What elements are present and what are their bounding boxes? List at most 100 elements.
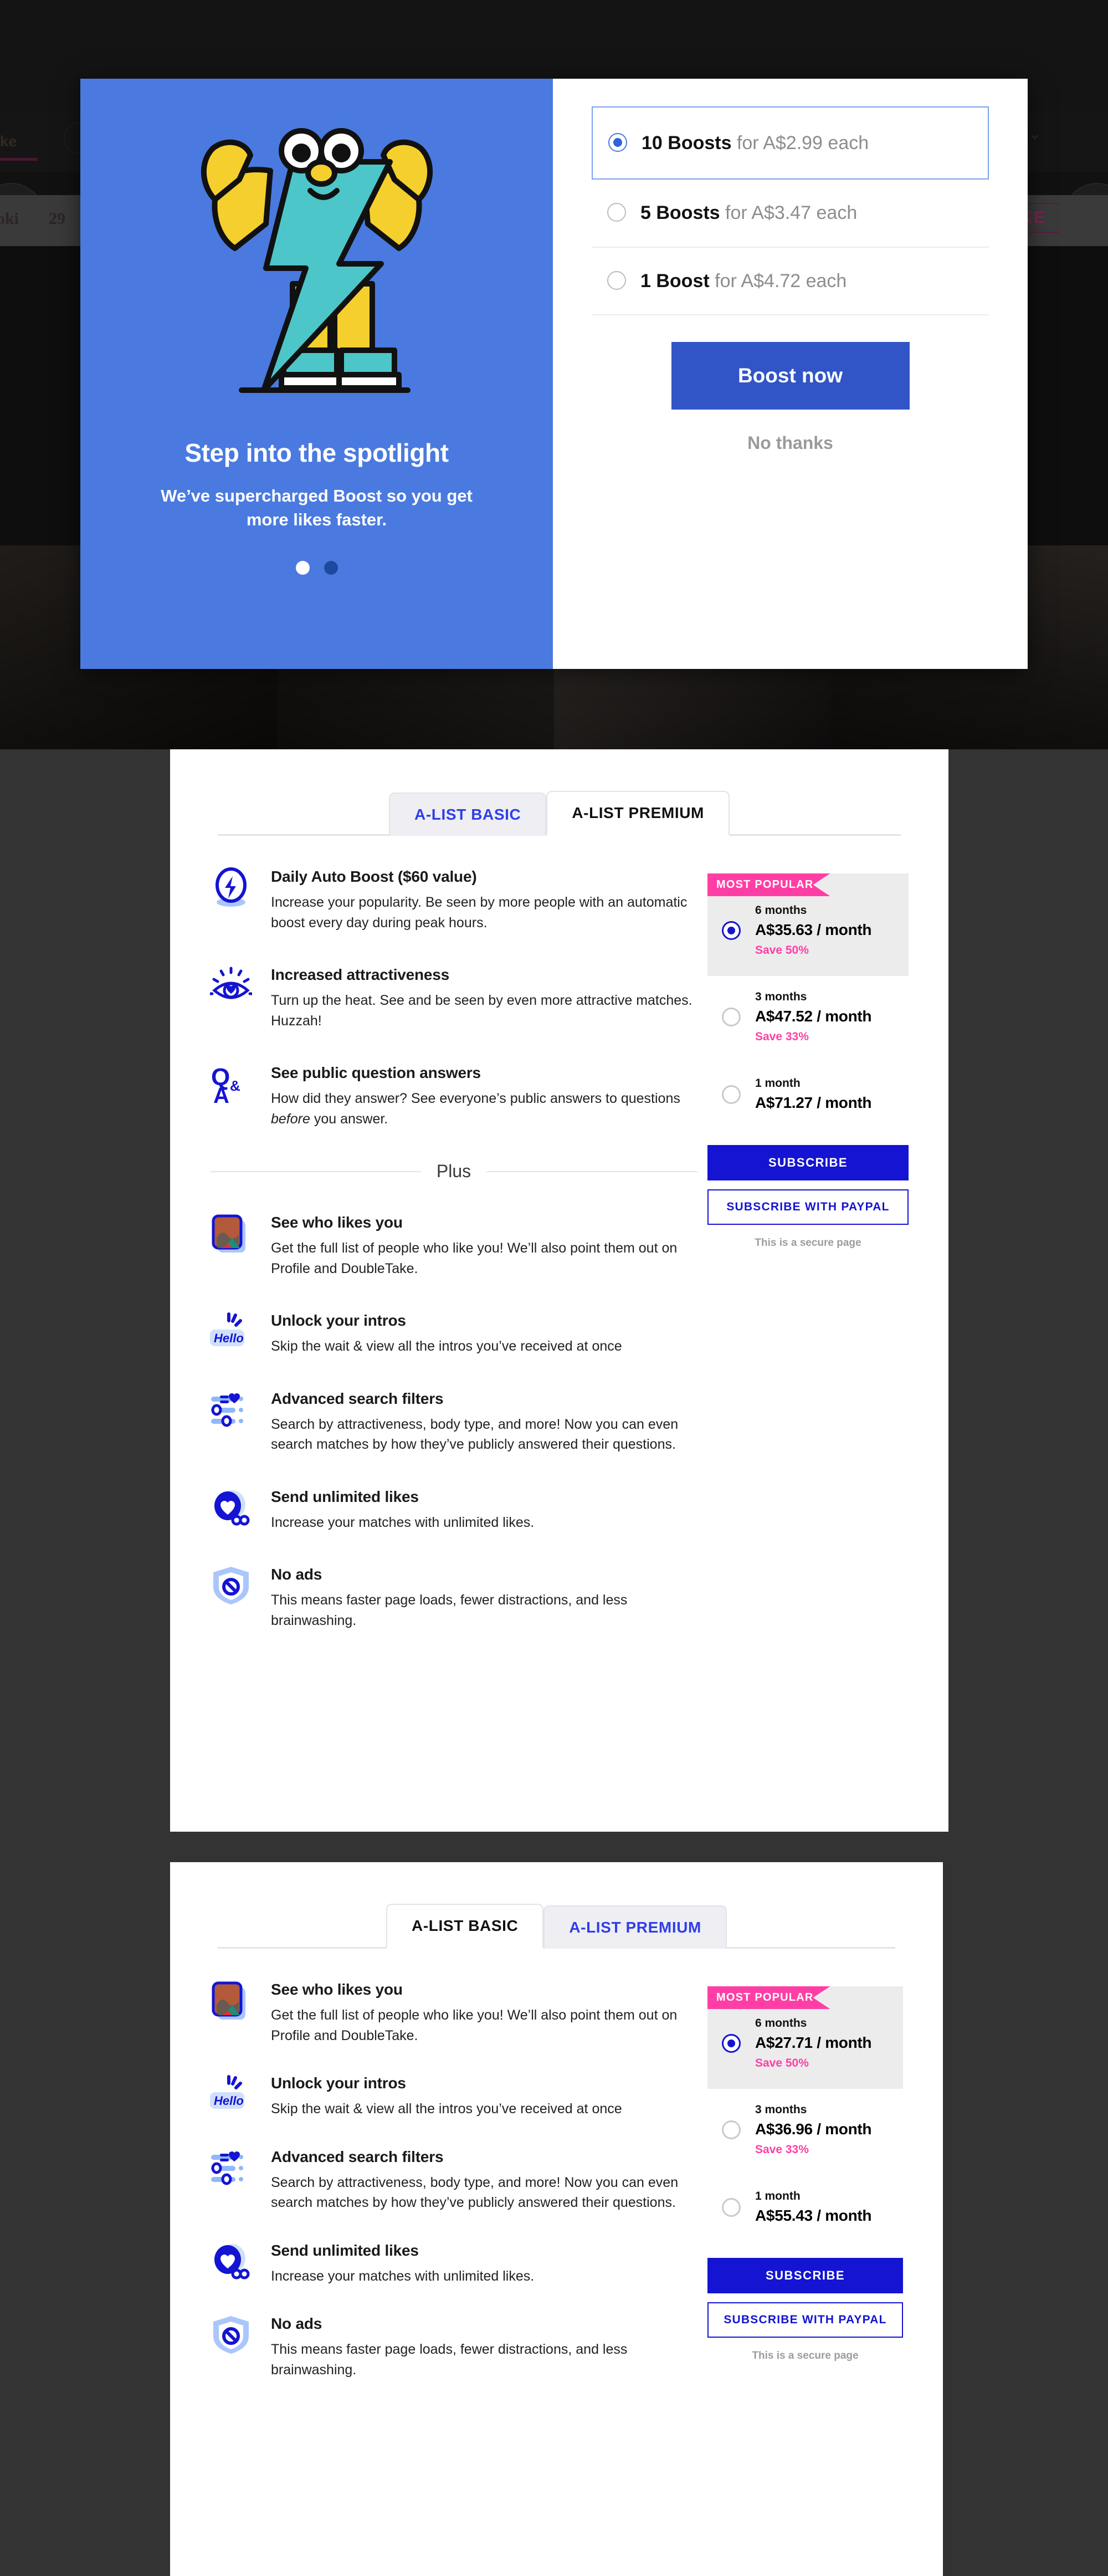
feature-desc: Turn up the heat. See and be seen by eve… xyxy=(271,993,693,1029)
boost-option-10-price: for A$2.99 each xyxy=(736,132,869,154)
plan-card-6-months[interactable]: MOST POPULAR 6 months A$35.63 / month Sa… xyxy=(707,873,909,976)
boost-option-1-price: for A$4.72 each xyxy=(715,270,847,292)
plan-6-months-save: Save 50% xyxy=(755,2057,809,2069)
feature-desc: Increase your matches with unlimited lik… xyxy=(271,2268,535,2284)
plan-3-months-term: 3 months xyxy=(755,2103,807,2116)
plan-card-1-month[interactable]: 1 month A$71.27 / month xyxy=(707,1077,909,1112)
alist-premium-pricing: MOST POPULAR 6 months A$35.63 / month Sa… xyxy=(697,867,909,1631)
boost-option-10[interactable]: 10 Boosts for A$2.99 each xyxy=(592,106,989,180)
plan-3-months-radio[interactable] xyxy=(722,2120,741,2139)
plan-3-months-price: A$36.96 / month xyxy=(755,2120,872,2138)
boost-option-1[interactable]: 1 Boost for A$4.72 each xyxy=(592,246,989,314)
plan-card-3-months[interactable]: 3 months A$47.52 / month Save 33% xyxy=(707,990,909,1044)
feature-unlock-your-intros: Hello Unlock your intros Skip the wait &… xyxy=(210,2073,697,2119)
feature-send-unlimited-likes: Send unlimited likes Increase your match… xyxy=(210,1487,697,1533)
feature-desc: Increase your matches with unlimited lik… xyxy=(271,1514,535,1530)
feature-title: See who likes you xyxy=(271,1981,403,1998)
plan-card-6-months[interactable]: MOST POPULAR 6 months A$27.71 / month Sa… xyxy=(707,1986,903,2089)
plan-1-month-price: A$55.43 / month xyxy=(755,2207,872,2224)
plan-3-months-term: 3 months xyxy=(755,990,807,1003)
feature-title: Unlock your intros xyxy=(271,1312,406,1329)
boost-option-5-qty: 5 Boosts xyxy=(640,202,720,224)
svg-text:A: A xyxy=(213,1083,229,1105)
background-profile-name: oki xyxy=(0,209,19,228)
alist-basic-pricing: MOST POPULAR 6 months A$27.71 / month Sa… xyxy=(697,1980,903,2380)
feature-desc: Skip the wait & view all the intros you’… xyxy=(271,2101,622,2117)
plan-6-months-save: Save 50% xyxy=(755,944,809,957)
feature-title: Send unlimited likes xyxy=(271,1488,419,1505)
feature-desc-pre: How did they answer? See everyone’s publ… xyxy=(271,1091,680,1106)
background-profile-age: 29 xyxy=(49,209,65,228)
photo-card-icon xyxy=(210,1980,252,2022)
feature-title: Advanced search filters xyxy=(271,1389,444,1407)
shield-no-ads-icon xyxy=(210,2314,252,2356)
boost-bolt-icon xyxy=(210,867,252,909)
alist-premium-panel: A-LIST BASIC A-LIST PREMIUM Daily Auto B… xyxy=(170,749,948,1832)
boost-now-button[interactable]: Boost now xyxy=(671,341,910,410)
svg-text:&: & xyxy=(230,1077,240,1094)
tab-alist-premium[interactable]: A-LIST PREMIUM xyxy=(546,791,730,836)
page-root: ke tor ⌄ oki 29 LIKE xyxy=(0,0,1108,2576)
feature-increased-attractiveness: Increased attractiveness Turn up the hea… xyxy=(208,965,697,1031)
chevron-down-icon[interactable]: ⌄ xyxy=(1028,124,1042,144)
heart-infinity-icon xyxy=(210,2241,252,2283)
feature-public-question-answers: Q & A See public question answers How di… xyxy=(210,1063,697,1129)
feature-advanced-search-filters: Advanced search filters Search by attrac… xyxy=(210,1389,697,1455)
heart-infinity-icon xyxy=(210,1487,252,1529)
plan-1-month-radio[interactable] xyxy=(722,2197,741,2217)
tab-alist-basic[interactable]: A-LIST BASIC xyxy=(389,793,547,836)
boost-option-10-radio[interactable] xyxy=(608,133,627,152)
feature-title: Unlock your intros xyxy=(271,2074,406,2092)
plus-separator-label: Plus xyxy=(436,1161,471,1181)
plan-card-3-months[interactable]: 3 months A$36.96 / month Save 33% xyxy=(707,2103,903,2156)
feature-desc: Skip the wait & view all the intros you’… xyxy=(271,1338,622,1354)
background-nav-item-like[interactable]: ke xyxy=(0,133,17,150)
carousel-dot-2[interactable] xyxy=(324,560,338,575)
plan-1-month-term: 1 month xyxy=(755,1077,801,1090)
boost-option-1-radio[interactable] xyxy=(607,270,626,290)
plan-6-months-price: A$27.71 / month xyxy=(755,2034,872,2051)
boost-option-10-qty: 10 Boosts xyxy=(642,132,732,154)
sliders-heart-icon xyxy=(210,1389,252,1431)
alist-premium-tabs: A-LIST BASIC A-LIST PREMIUM xyxy=(170,778,948,836)
boost-option-5-radio[interactable] xyxy=(607,203,626,222)
tab-alist-basic[interactable]: A-LIST BASIC xyxy=(386,1904,544,1949)
plan-3-months-radio[interactable] xyxy=(722,1008,741,1026)
boost-modal-carousel-dots[interactable] xyxy=(295,560,338,575)
plan-6-months-radio[interactable] xyxy=(722,2034,741,2053)
plan-6-months-radio[interactable] xyxy=(722,921,741,940)
feature-title: Daily Auto Boost ($60 value) xyxy=(271,868,477,885)
hello-bubble-icon: Hello xyxy=(210,2073,252,2115)
feature-send-unlimited-likes: Send unlimited likes Increase your match… xyxy=(210,2241,697,2287)
plan-3-months-save: Save 33% xyxy=(755,1030,809,1043)
feature-desc-post: you answer. xyxy=(310,1111,388,1127)
svg-text:Hello: Hello xyxy=(214,2094,244,2108)
tab-alist-premium[interactable]: A-LIST PREMIUM xyxy=(543,1905,727,1949)
no-thanks-link[interactable]: No thanks xyxy=(592,433,989,453)
boost-option-1-label: 1 Boost for A$4.72 each xyxy=(640,268,847,294)
svg-text:Hello: Hello xyxy=(214,1331,244,1345)
subscribe-button[interactable]: SUBSCRIBE xyxy=(707,1145,909,1180)
plan-6-months-term: 6 months xyxy=(755,2017,807,2030)
subscribe-button[interactable]: SUBSCRIBE xyxy=(707,2258,903,2293)
plan-1-month-radio[interactable] xyxy=(722,1085,741,1104)
plan-1-month-term: 1 month xyxy=(755,2190,801,2202)
boost-modal-title: Step into the spotlight xyxy=(184,438,449,467)
subscribe-with-paypal-button[interactable]: SUBSCRIBE WITH PAYPAL xyxy=(707,2302,903,2338)
feature-desc: This means faster page loads, fewer dist… xyxy=(271,2342,628,2378)
sliders-heart-icon xyxy=(210,2147,252,2189)
photo-card-icon xyxy=(210,1213,252,1255)
feature-title: No ads xyxy=(271,1566,322,1583)
feature-advanced-search-filters: Advanced search filters Search by attrac… xyxy=(210,2147,697,2213)
feature-title: Increased attractiveness xyxy=(271,966,450,983)
boost-option-1-qty: 1 Boost xyxy=(640,270,710,292)
carousel-dot-1[interactable] xyxy=(295,560,310,575)
plan-card-1-month[interactable]: 1 month A$55.43 / month xyxy=(707,2190,903,2225)
boost-option-5[interactable]: 5 Boosts for A$3.47 each xyxy=(592,180,989,246)
plan-6-months-price: A$35.63 / month xyxy=(755,921,872,938)
feature-title: See public question answers xyxy=(271,1064,481,1081)
feature-title: Advanced search filters xyxy=(271,2148,444,2165)
plus-separator-line-right xyxy=(486,1171,697,1172)
subscribe-with-paypal-button[interactable]: SUBSCRIBE WITH PAYPAL xyxy=(707,1189,909,1225)
hello-bubble-icon: Hello xyxy=(210,1311,252,1353)
